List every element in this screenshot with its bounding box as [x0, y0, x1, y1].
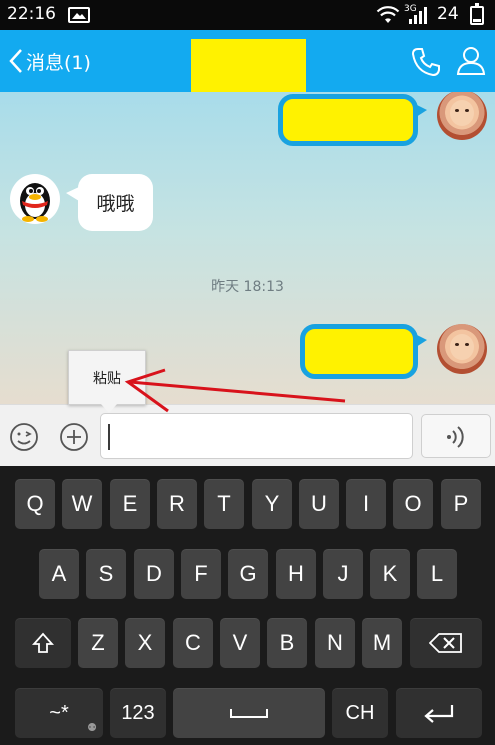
- key-t[interactable]: T: [204, 479, 244, 529]
- key-i[interactable]: I: [346, 479, 386, 529]
- symbols-key[interactable]: ~* ⚉: [15, 688, 103, 738]
- signal-icon: [409, 7, 427, 24]
- profile-icon[interactable]: [455, 44, 487, 76]
- my-avatar[interactable]: [437, 92, 487, 140]
- space-icon: [230, 709, 268, 718]
- key-c[interactable]: C: [173, 618, 213, 668]
- key-g[interactable]: G: [228, 549, 268, 599]
- symbols-key-label: ~*: [49, 701, 69, 724]
- status-time: 22:16: [7, 4, 56, 24]
- key-u[interactable]: U: [299, 479, 339, 529]
- key-o[interactable]: O: [393, 479, 433, 529]
- contact-name-redacted: [191, 39, 306, 92]
- contact-avatar[interactable]: [10, 174, 60, 224]
- key-v[interactable]: V: [220, 618, 260, 668]
- key-s[interactable]: S: [86, 549, 126, 599]
- key-w[interactable]: W: [62, 479, 102, 529]
- enter-key[interactable]: [396, 688, 482, 738]
- enter-icon: [424, 705, 454, 723]
- outgoing-message-redacted[interactable]: [300, 324, 427, 379]
- message-input[interactable]: [100, 413, 413, 459]
- key-j[interactable]: J: [323, 549, 363, 599]
- key-l[interactable]: L: [417, 549, 457, 599]
- image-notification-icon: [68, 7, 90, 23]
- key-h[interactable]: H: [276, 549, 316, 599]
- outgoing-message-redacted[interactable]: [278, 94, 427, 146]
- key-q[interactable]: Q: [15, 479, 55, 529]
- back-label: 消息(1): [26, 51, 91, 74]
- soft-keyboard: ~* ⚉ 123 CH QWERTYUIOP ASDFGHJKL ZXCVBNM: [0, 466, 495, 745]
- key-m[interactable]: M: [362, 618, 402, 668]
- key-x[interactable]: X: [125, 618, 165, 668]
- chevron-left-icon: [9, 49, 22, 73]
- voice-input-small-icon: ⚉: [87, 722, 97, 734]
- key-k[interactable]: K: [370, 549, 410, 599]
- back-button[interactable]: 消息(1): [8, 46, 91, 76]
- key-z[interactable]: Z: [78, 618, 118, 668]
- wifi-icon: [376, 6, 400, 23]
- key-r[interactable]: R: [157, 479, 197, 529]
- chat-header: 消息(1): [0, 30, 495, 92]
- qq-penguin-icon: [20, 183, 50, 222]
- emoji-icon[interactable]: [8, 421, 40, 453]
- voice-button[interactable]: [421, 414, 491, 458]
- battery-icon: [470, 3, 484, 25]
- my-avatar[interactable]: [437, 324, 487, 374]
- language-key-label: CH: [345, 701, 375, 724]
- phone-call-icon[interactable]: [410, 46, 442, 78]
- backspace-key[interactable]: [410, 618, 482, 668]
- numbers-key[interactable]: 123: [110, 688, 166, 738]
- key-d[interactable]: D: [134, 549, 174, 599]
- space-key[interactable]: [173, 688, 325, 738]
- battery-level: 24: [437, 4, 459, 24]
- key-f[interactable]: F: [181, 549, 221, 599]
- shift-icon: [32, 632, 54, 653]
- backspace-icon: [429, 633, 462, 653]
- plus-icon[interactable]: [58, 421, 90, 453]
- language-key[interactable]: CH: [332, 688, 388, 738]
- status-bar: 22:16 3G 24: [0, 0, 495, 30]
- shift-key[interactable]: [15, 618, 71, 668]
- key-b[interactable]: B: [267, 618, 307, 668]
- key-y[interactable]: Y: [252, 479, 292, 529]
- input-bar: [0, 404, 495, 466]
- key-p[interactable]: P: [441, 479, 481, 529]
- incoming-message[interactable]: 哦哦: [66, 174, 153, 231]
- key-a[interactable]: A: [39, 549, 79, 599]
- key-e[interactable]: E: [110, 479, 150, 529]
- message-timestamp: 昨天 18:13: [211, 279, 284, 295]
- numbers-key-label: 123: [121, 701, 155, 724]
- key-n[interactable]: N: [315, 618, 355, 668]
- paste-menu-item[interactable]: 粘贴: [68, 350, 146, 413]
- text-caret: [108, 424, 110, 450]
- voice-icon: [447, 426, 464, 448]
